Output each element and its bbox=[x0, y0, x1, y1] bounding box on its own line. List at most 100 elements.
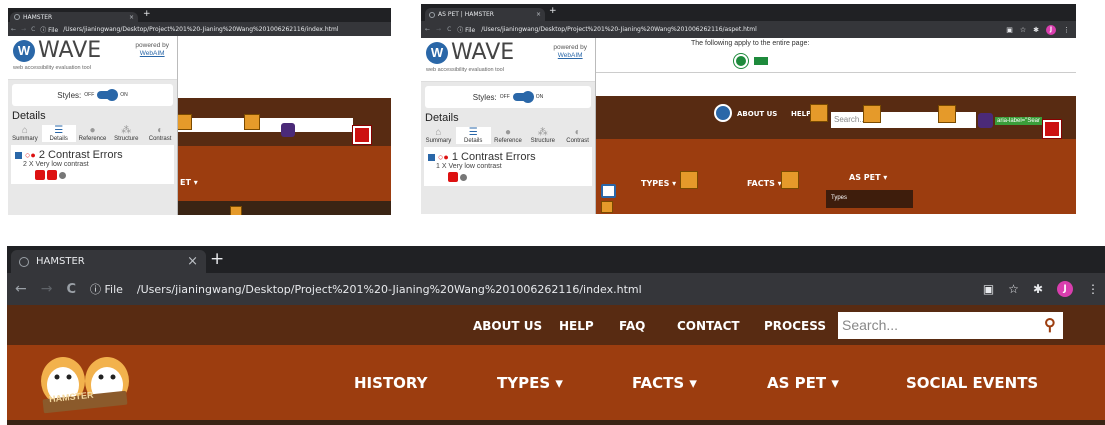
language-icon[interactable] bbox=[733, 53, 749, 69]
tab-details[interactable]: ☰ Details bbox=[455, 127, 491, 144]
checkbox[interactable] bbox=[15, 151, 22, 159]
contrast-error-icon[interactable] bbox=[680, 171, 698, 189]
error-icon[interactable] bbox=[1042, 119, 1062, 139]
star-icon[interactable]: ☆ bbox=[1020, 26, 1026, 34]
url-field[interactable]: /Users/jianingwang/Desktop/Project%201%2… bbox=[481, 26, 831, 33]
back-button[interactable]: ← bbox=[15, 281, 27, 297]
url-field[interactable]: /Users/jianingwang/Desktop/Project%201%2… bbox=[137, 283, 657, 296]
contrast-icon: ◐ bbox=[157, 125, 164, 136]
tab-reference[interactable]: ● Reference bbox=[76, 125, 110, 142]
list-icon[interactable] bbox=[714, 104, 732, 122]
search-box[interactable] bbox=[178, 118, 353, 132]
tab-summary[interactable]: ⌂ Summary bbox=[421, 127, 456, 144]
menu-history[interactable]: HISTORY bbox=[354, 374, 428, 392]
forward-button[interactable]: → bbox=[41, 281, 53, 297]
browser-tab[interactable]: HAMSTER × bbox=[10, 12, 138, 22]
menu-facts[interactable]: FACTS ▾ bbox=[747, 179, 782, 188]
menu-types[interactable]: TYPES ▾ bbox=[497, 374, 563, 392]
aria-icon[interactable] bbox=[281, 123, 295, 137]
styles-toggle[interactable] bbox=[512, 91, 534, 103]
webaim-link[interactable]: WebAIM bbox=[140, 50, 165, 57]
browser-tab[interactable]: HAMSTER × bbox=[11, 250, 206, 273]
star-icon[interactable]: ☆ bbox=[1008, 282, 1019, 296]
reload-button[interactable]: C bbox=[447, 26, 451, 33]
menu-aspet[interactable]: AS PET ▾ bbox=[849, 173, 887, 182]
aria-icon[interactable] bbox=[978, 113, 993, 128]
forward-button[interactable]: → bbox=[436, 26, 441, 33]
contrast-error-icon[interactable] bbox=[47, 170, 57, 180]
tab-label: Details bbox=[464, 138, 483, 144]
new-tab-button[interactable]: + bbox=[210, 249, 224, 269]
checkbox[interactable] bbox=[428, 153, 435, 161]
home-icon: ⌂ bbox=[21, 125, 28, 136]
menu-about-us[interactable]: ABOUT US bbox=[737, 110, 777, 118]
back-button[interactable]: ← bbox=[425, 26, 430, 33]
tab-reference[interactable]: ● Reference bbox=[491, 127, 526, 144]
close-tab-icon[interactable]: × bbox=[536, 11, 541, 18]
reload-button[interactable]: C bbox=[66, 282, 76, 297]
tab-structure[interactable]: ⁂ Structure bbox=[109, 125, 143, 142]
site-info[interactable]: ⓘ File bbox=[90, 281, 123, 297]
new-tab-button[interactable]: + bbox=[549, 6, 557, 16]
contrast-error-icon[interactable] bbox=[810, 104, 828, 122]
contrast-error-icon[interactable] bbox=[244, 114, 260, 130]
contrast-error-icon[interactable] bbox=[938, 105, 956, 123]
menu-icon[interactable]: ⋮ bbox=[1087, 282, 1099, 296]
reload-button[interactable]: C bbox=[31, 26, 35, 33]
profile-avatar[interactable]: J bbox=[1046, 24, 1056, 35]
menu-aspet[interactable]: AS PET ▾ bbox=[767, 374, 839, 392]
tab-structure[interactable]: ⁂ Structure bbox=[525, 127, 560, 144]
back-button[interactable]: ← bbox=[11, 26, 16, 33]
search-icon[interactable]: ⚲ bbox=[1044, 315, 1056, 335]
menu-types[interactable]: TYPES ▾ bbox=[641, 179, 676, 188]
forward-button[interactable]: → bbox=[21, 26, 26, 33]
wave-header: W WAVE web accessibility evaluation tool… bbox=[8, 36, 177, 80]
tab-summary[interactable]: ⌂ Summary bbox=[8, 125, 42, 142]
menu-help[interactable]: HELP bbox=[559, 319, 594, 333]
url-field[interactable]: /Users/jianingwang/Desktop/Project%201%2… bbox=[63, 26, 363, 33]
contrast-error-icon[interactable] bbox=[35, 170, 45, 180]
globe-icon bbox=[19, 256, 29, 267]
contrast-error-icon[interactable] bbox=[863, 105, 881, 123]
menu-aspet[interactable]: ET ▾ bbox=[180, 178, 198, 187]
feature-icon[interactable] bbox=[754, 57, 768, 65]
tab-details[interactable]: ☰ Details bbox=[41, 125, 76, 142]
tab-contrast[interactable]: ◐ Contrast bbox=[560, 127, 595, 144]
profile-avatar[interactable]: J bbox=[1057, 281, 1073, 297]
close-tab-icon[interactable]: × bbox=[129, 14, 134, 21]
tab-title: AS PET | HAMSTER bbox=[438, 11, 494, 18]
browser-tab[interactable]: AS PET | HAMSTER × bbox=[425, 8, 545, 21]
extensions-icon[interactable]: ✱ bbox=[1033, 26, 1039, 34]
contrast-error-icon[interactable] bbox=[176, 114, 192, 130]
alert-icon[interactable] bbox=[230, 206, 242, 215]
menu-process[interactable]: PROCESS bbox=[764, 319, 826, 333]
powered-by: powered by WebAIM bbox=[553, 44, 587, 60]
menu-help[interactable]: HELP bbox=[791, 110, 811, 118]
webaim-link[interactable]: WebAIM bbox=[558, 52, 583, 59]
styles-toggle[interactable] bbox=[97, 89, 119, 101]
info-icon[interactable] bbox=[460, 173, 467, 181]
translate-icon[interactable]: ▣ bbox=[983, 282, 994, 296]
contrast-error-icon[interactable] bbox=[781, 171, 799, 189]
menu-icon[interactable]: ⋮ bbox=[1063, 26, 1070, 34]
menu-faq[interactable]: FAQ bbox=[619, 319, 645, 333]
wave-tabs: ⌂ Summary ☰ Details ● Reference ⁂ Structure … bbox=[8, 125, 177, 142]
menu-facts[interactable]: FACTS ▾ bbox=[632, 374, 697, 392]
site-info[interactable]: ⓘ File bbox=[457, 25, 475, 34]
new-tab-button[interactable]: + bbox=[143, 9, 151, 19]
extensions-icon[interactable]: ✱ bbox=[1033, 282, 1043, 296]
menu-contact[interactable]: CONTACT bbox=[677, 319, 740, 333]
search-input[interactable]: Search... bbox=[838, 312, 1063, 339]
menu-social-events[interactable]: SOCIAL EVENTS bbox=[906, 374, 1038, 392]
info-icon[interactable] bbox=[59, 171, 66, 179]
dropdown-item-types[interactable]: Types bbox=[831, 195, 847, 201]
tab-contrast[interactable]: ◐ Contrast bbox=[143, 125, 177, 142]
translate-icon[interactable]: ▣ bbox=[1006, 26, 1013, 34]
error-icon[interactable] bbox=[352, 125, 372, 145]
close-tab-icon[interactable]: × bbox=[187, 254, 198, 269]
contrast-error-icon[interactable] bbox=[448, 172, 458, 182]
alert-icon[interactable] bbox=[601, 201, 613, 213]
heading-icon[interactable] bbox=[601, 184, 616, 198]
site-info[interactable]: ⓘ File bbox=[40, 25, 58, 34]
menu-about-us[interactable]: ABOUT US bbox=[473, 319, 542, 333]
